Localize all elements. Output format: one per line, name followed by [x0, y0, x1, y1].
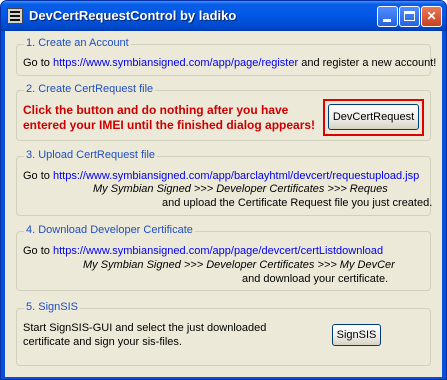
upload-url-line: Go to https://www.symbiansigned.com/app/… [23, 170, 420, 182]
app-icon [7, 8, 23, 24]
group-legend: 3. Upload CertRequest file [24, 149, 158, 161]
warning-line-1: Click the button and do nothing after yo… [23, 103, 289, 117]
group-download-cert: 4. Download Developer Certificate Go to … [16, 224, 431, 291]
group-signsis: 5. SignSIS Start SignSIS-GUI and select … [16, 301, 431, 366]
close-button[interactable]: ✕ [421, 6, 442, 27]
group-legend: 2. Create CertRequest file [24, 83, 156, 95]
minimize-button[interactable] [377, 6, 398, 27]
upload-path: My Symbian Signed >>> Developer Certific… [93, 183, 388, 195]
close-icon: ✕ [426, 9, 437, 23]
maximize-button[interactable] [399, 6, 420, 27]
signsis-text-1: Start SignSIS-GUI and select the just do… [23, 322, 267, 334]
signsis-button[interactable]: SignSIS [332, 324, 381, 346]
devcertrequest-button[interactable]: DevCertRequest [328, 104, 419, 130]
warning-line-2: entered your IMEI until the finished dia… [23, 118, 316, 132]
client-area: 1. Create an Account Go to https://www.s… [5, 31, 442, 377]
app-window: DevCertRequestControl by ladiko ✕ 1. Cre… [0, 0, 447, 380]
download-instruction: and download your certificate. [242, 273, 389, 285]
download-path: My Symbian Signed >>> Developer Certific… [83, 259, 395, 271]
maximize-icon [404, 11, 415, 21]
signsis-text-2: certificate and sign your sis-files. [23, 336, 182, 348]
download-link[interactable]: https://www.symbiansigned.com/app/page/d… [53, 245, 383, 257]
group-create-account: 1. Create an Account Go to https://www.s… [16, 37, 436, 76]
minimize-icon [383, 19, 391, 22]
upload-instruction: and upload the Certificate Request file … [162, 197, 433, 209]
group-legend: 1. Create an Account [24, 37, 131, 49]
group-upload-request: 3. Upload CertRequest file Go to https:/… [16, 149, 433, 216]
register-link[interactable]: https://www.symbiansigned.com/app/page/r… [53, 57, 298, 69]
download-url-line: Go to https://www.symbiansigned.com/app/… [23, 245, 384, 257]
group-legend: 5. SignSIS [24, 301, 80, 313]
title-bar[interactable]: DevCertRequestControl by ladiko ✕ [1, 1, 446, 31]
account-instruction: Go to https://www.symbiansigned.com/app/… [23, 57, 437, 69]
group-legend: 4. Download Developer Certificate [24, 224, 195, 236]
group-create-request: 2. Create CertRequest file Click the but… [16, 83, 431, 141]
upload-link[interactable]: https://www.symbiansigned.com/app/barcla… [53, 170, 419, 182]
window-title: DevCertRequestControl by ladiko [29, 8, 237, 23]
